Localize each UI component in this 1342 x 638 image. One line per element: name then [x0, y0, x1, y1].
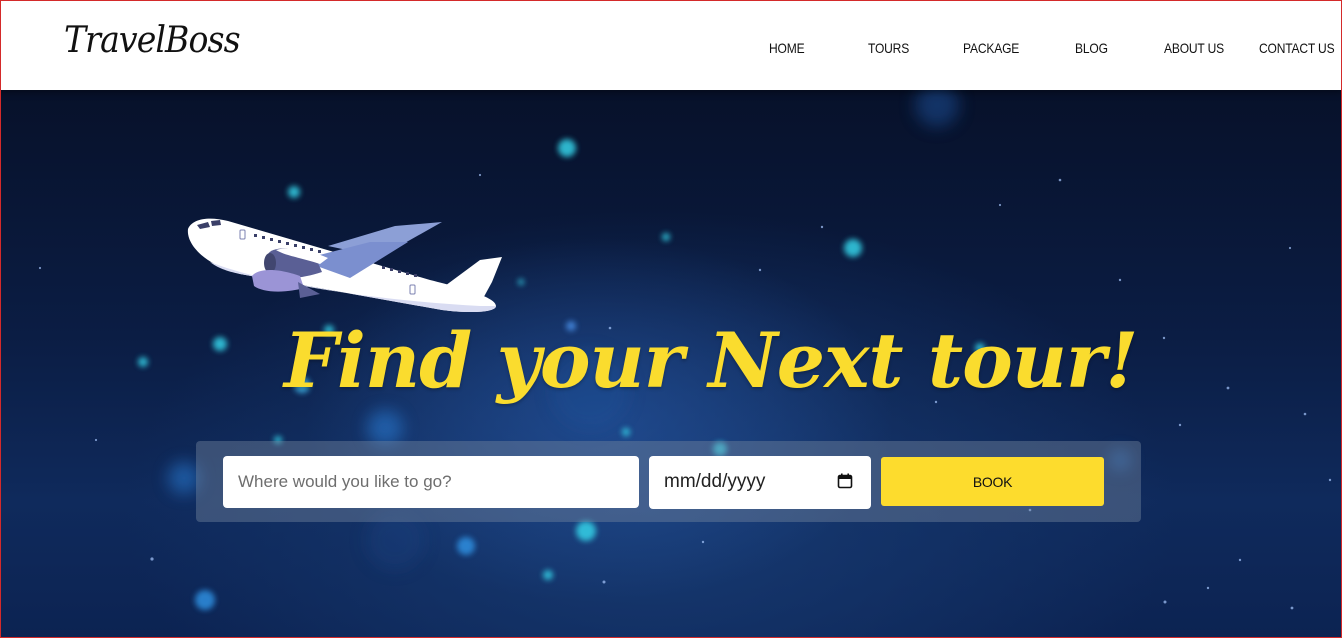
- destination-input[interactable]: [223, 456, 639, 508]
- site-header: TravelBoss HOME TOURS PACKAGE BLOG ABOUT…: [0, 0, 1342, 90]
- book-button[interactable]: BOOK: [881, 457, 1104, 506]
- nav-item-contact-us[interactable]: CONTACT US: [1259, 40, 1335, 56]
- calendar-icon[interactable]: [837, 473, 853, 489]
- booking-search-panel: mm/dd/yyyy BOOK: [196, 441, 1141, 522]
- nav-item-about-us[interactable]: ABOUT US: [1164, 40, 1224, 56]
- nav-item-package[interactable]: PACKAGE: [963, 40, 1019, 56]
- date-input-placeholder: mm/dd/yyyy: [664, 471, 766, 492]
- hero-section: Find your Next tour! mm/dd/yyyy BOOK: [0, 90, 1342, 638]
- nav-item-blog[interactable]: BLOG: [1075, 40, 1108, 56]
- hero-headline: Find your Next tour!: [284, 316, 1138, 405]
- nav-item-tours[interactable]: TOURS: [868, 40, 909, 56]
- nav-item-home[interactable]: HOME: [769, 40, 805, 56]
- main-nav: HOME TOURS PACKAGE BLOG ABOUT US CONTACT…: [0, 40, 1342, 60]
- airplane-illustration: [187, 218, 502, 312]
- date-input[interactable]: mm/dd/yyyy: [649, 456, 871, 509]
